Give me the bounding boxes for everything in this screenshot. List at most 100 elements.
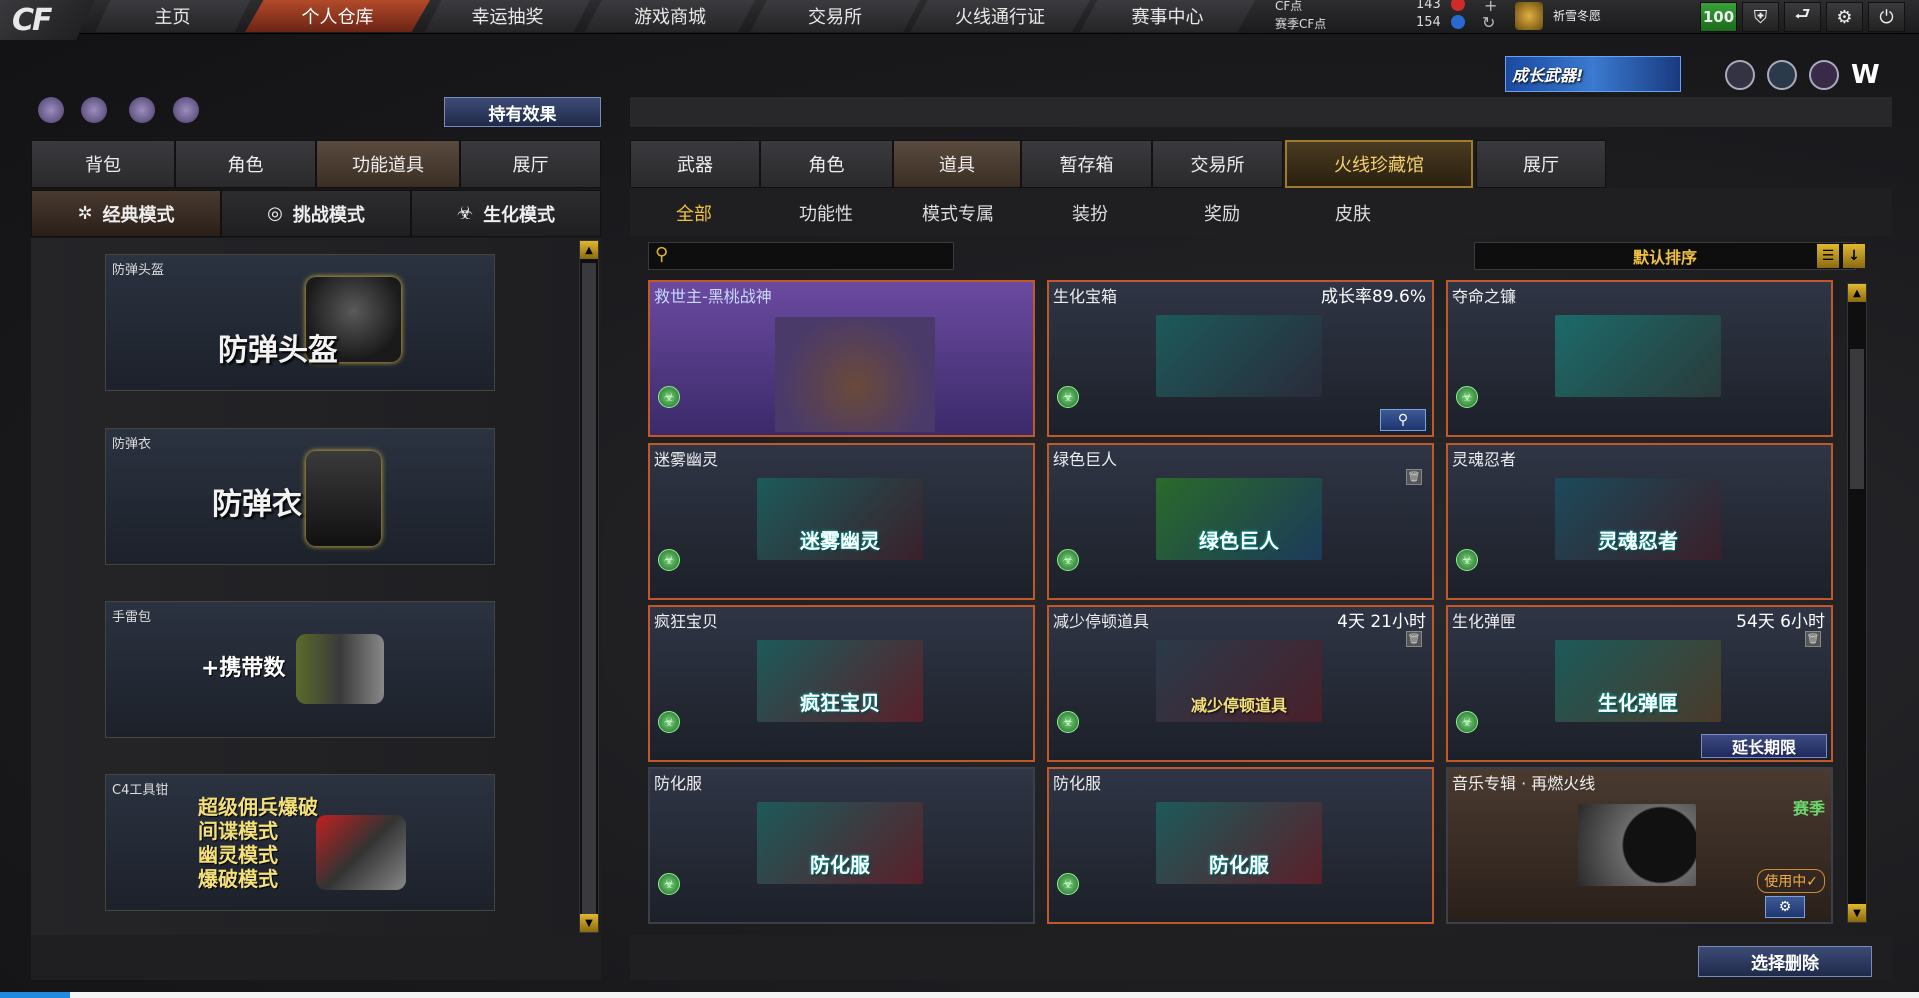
growth-weapon-banner[interactable]: 成长武器!	[1505, 56, 1681, 92]
biohazard-icon: ☣	[658, 386, 680, 408]
item-card[interactable]: 迷雾幽灵 迷雾幽灵 ☣	[648, 443, 1035, 600]
select-delete-button[interactable]: 选择删除	[1698, 946, 1872, 977]
extend-button[interactable]: 延长期限	[1701, 734, 1827, 758]
picture-label: 减少停顿道具	[1190, 696, 1287, 715]
list-item-grenade-pack[interactable]: 手雷包 +携带数	[105, 601, 495, 738]
search-box[interactable]: ⚲	[648, 242, 954, 270]
mode-challenge[interactable]: ◎ 挑战模式	[221, 190, 411, 237]
history-icon[interactable]	[81, 97, 107, 123]
tab-characters[interactable]: 角色	[760, 140, 893, 188]
scroll-thumb[interactable]	[1850, 349, 1864, 489]
item-card[interactable]: 减少停顿道具 4天 21小时 🗑 减少停顿道具 ☣	[1047, 605, 1434, 762]
game-logo[interactable]: CF	[0, 0, 95, 40]
item-name: 防化服	[1053, 774, 1102, 793]
time-remaining: 4天 21小时	[1337, 612, 1426, 632]
c4-mode-2: 间谍模式	[198, 819, 278, 843]
pet-icon[interactable]	[173, 97, 199, 123]
character-icon[interactable]	[129, 97, 155, 123]
tab-storage[interactable]: 暂存箱	[1021, 140, 1152, 188]
item-card[interactable]: 生化宝箱 成长率89.6% ☣ ⚲	[1047, 280, 1434, 437]
return-icon[interactable]: ⮐	[1784, 2, 1821, 32]
power-icon[interactable]: ⏻	[1868, 2, 1905, 32]
tab-backpack[interactable]: 背包	[31, 140, 175, 188]
left-footer	[31, 935, 601, 980]
trash-icon[interactable]: 🗑	[1406, 469, 1422, 485]
item-card[interactable]: 夺命之镰 ☣	[1446, 280, 1833, 437]
item-card[interactable]: 灵魂忍者 灵魂忍者 ☣	[1446, 443, 1833, 600]
tab-items[interactable]: 道具	[893, 140, 1021, 188]
item-image: 生化弹匣	[1555, 640, 1721, 722]
gear-icon[interactable]: ⚙	[1826, 2, 1863, 32]
owned-effects-button[interactable]: 持有效果	[444, 97, 601, 127]
nav-tab-shop[interactable]: 游戏商城	[585, 0, 755, 32]
item-card[interactable]: 防化服 防化服 ☣	[1047, 767, 1434, 924]
biohazard-icon: ☣	[1057, 873, 1079, 895]
subtab-rewards[interactable]: 奖励	[1204, 200, 1240, 226]
picture-label: 绿色巨人	[1199, 529, 1279, 553]
mode-challenge-label: 挑战模式	[292, 204, 365, 226]
item-card[interactable]: 防化服 防化服 ☣	[648, 767, 1035, 924]
scroll-down-icon[interactable]: ▼	[580, 914, 598, 932]
refresh-icon[interactable]: ↻	[1482, 13, 1495, 32]
mode-classic[interactable]: ✲ 经典模式	[31, 190, 221, 237]
item-name: 减少停顿道具	[1053, 612, 1150, 631]
right-scrollbar[interactable]: ▲ ▼	[1847, 283, 1867, 923]
nav-tab-pass[interactable]: 火线通行证	[910, 0, 1090, 32]
sort-dropdown[interactable]: 默认排序	[1474, 242, 1856, 270]
nav-tab-inventory[interactable]: 个人仓库	[245, 0, 430, 32]
list-item-helmet[interactable]: 防弹头盔 防弹头盔	[105, 254, 495, 391]
tab-function-items[interactable]: 功能道具	[316, 140, 460, 188]
item-card[interactable]: 生化弹匣 54天 6小时 🗑 生化弹匣 ☣ 延长期限	[1446, 605, 1833, 762]
avatar[interactable]	[1515, 2, 1543, 30]
item-card[interactable]: 音乐专辑 · 再燃火线 赛季 使用中✓ ⚙	[1446, 767, 1833, 924]
trash-icon[interactable]: 🗑	[1805, 631, 1821, 647]
inspect-button[interactable]: ⚲	[1380, 409, 1426, 431]
nav-tab-home[interactable]: 主页	[95, 0, 250, 32]
tab-gallery[interactable]: 展厅	[1476, 140, 1606, 188]
nav-tab-events[interactable]: 赛事中心	[1080, 0, 1255, 32]
tab-showroom[interactable]: 展厅	[460, 140, 601, 188]
list-item-vest[interactable]: 防弹衣 防弹衣	[105, 428, 495, 565]
globe-icon[interactable]	[1767, 60, 1797, 90]
left-scrollbar[interactable]: ▲ ▼	[579, 240, 599, 933]
subtab-dressup[interactable]: 装扮	[1072, 200, 1108, 226]
item-image: 减少停顿道具	[1156, 640, 1322, 722]
item-card[interactable]: 疯狂宝贝 疯狂宝贝 ☣	[648, 605, 1035, 762]
subtab-functional[interactable]: 功能性	[799, 200, 853, 226]
search-input[interactable]	[679, 245, 949, 267]
sort-direction-icon[interactable]: ↓	[1843, 244, 1865, 268]
badge-v-icon[interactable]	[1725, 60, 1755, 90]
tab-exchange[interactable]: 交易所	[1152, 140, 1283, 188]
tab-weapons[interactable]: 武器	[630, 140, 760, 188]
nav-tab-trade[interactable]: 交易所	[750, 0, 920, 32]
subtab-skins[interactable]: 皮肤	[1335, 200, 1371, 226]
scroll-up-icon[interactable]: ▲	[1848, 284, 1866, 302]
cf-points-label: CF点	[1275, 0, 1303, 13]
item-card[interactable]: 救世主-黑桃战神 ☣	[648, 280, 1035, 437]
tab-collection[interactable]: 火线珍藏馆	[1285, 140, 1473, 188]
tab-character[interactable]: 角色	[175, 140, 316, 188]
item-image: 绿色巨人	[1156, 478, 1322, 560]
in-use-badge: 使用中✓	[1757, 869, 1825, 893]
settings-button[interactable]: ⚙	[1765, 896, 1805, 918]
scroll-thumb[interactable]	[582, 263, 596, 933]
biohazard-icon: ☣	[1456, 549, 1478, 571]
w-logo-icon[interactable]: W	[1851, 60, 1883, 90]
biohazard-icon: ☣	[1057, 711, 1079, 733]
item-card[interactable]: 绿色巨人 🗑 绿色巨人 ☣	[1047, 443, 1434, 600]
mode-zombie[interactable]: ☣ 生化模式	[411, 190, 601, 237]
item-image: 防化服	[1156, 802, 1322, 884]
nav-tab-lottery[interactable]: 幸运抽奖	[425, 0, 590, 32]
subtab-mode-exclusive[interactable]: 模式专属	[922, 200, 994, 226]
explosion-icon[interactable]	[1809, 60, 1839, 90]
scroll-down-icon[interactable]: ▼	[1848, 904, 1866, 922]
picture-label: 防化服	[810, 853, 870, 877]
list-view-icon[interactable]: ☰	[1817, 244, 1839, 268]
stats-icon[interactable]	[38, 97, 64, 123]
trash-icon[interactable]: 🗑	[1406, 631, 1422, 647]
list-item-c4-tool[interactable]: C4工具钳 超级佣兵爆破 间谍模式 幽灵模式 爆破模式	[105, 774, 495, 911]
subtab-all[interactable]: 全部	[676, 200, 712, 226]
level-badge[interactable]: 100	[1700, 2, 1737, 32]
shield-icon[interactable]: ⛨	[1742, 2, 1779, 32]
scroll-up-icon[interactable]: ▲	[580, 241, 598, 259]
